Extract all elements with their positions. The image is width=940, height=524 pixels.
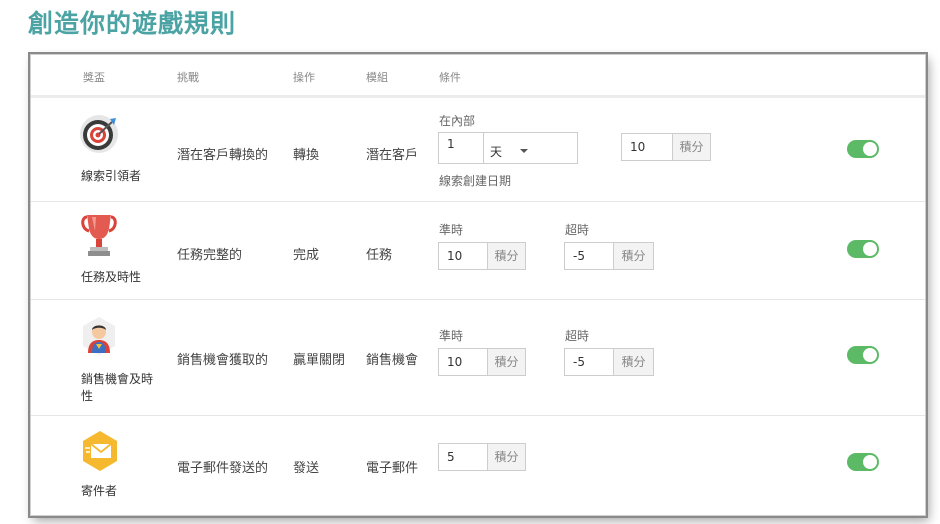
header-action: 操作 (293, 71, 315, 84)
challenge-text: 銷售機會獲取的 (177, 353, 269, 368)
table-header: 獎盃 挑戰 操作 模組 條件 (31, 55, 925, 98)
reward-name: 銷售機會及時性 (81, 372, 154, 403)
table-row: 銷售機會及時性 銷售機會獲取的 贏單關閉 銷售機會 準時 10 積分 超時 -5… (31, 299, 925, 416)
challenge-text: 任務完整的 (177, 248, 243, 263)
points-input[interactable]: 5 (438, 443, 488, 471)
rule-toggle[interactable] (847, 346, 879, 364)
header-condition: 條件 (439, 71, 461, 84)
action-text: 轉換 (293, 148, 320, 163)
points-unit: 積分 (488, 348, 526, 376)
points-unit: 積分 (488, 242, 526, 270)
challenge-text: 電子郵件發送的 (177, 461, 269, 476)
module-text: 任務 (366, 248, 393, 263)
points-unit: 積分 (614, 242, 654, 270)
rule-toggle[interactable] (847, 240, 879, 258)
points-unit: 積分 (488, 443, 526, 471)
duration-unit-value: 天 (490, 145, 503, 159)
reward-name: 任務及時性 (81, 270, 142, 284)
module-text: 電子郵件 (366, 461, 419, 476)
overdue-label: 超時 (565, 223, 590, 237)
target-icon (80, 115, 118, 153)
envelope-badge-icon (83, 431, 117, 471)
header-module: 模組 (366, 71, 388, 84)
points-unit: 積分 (673, 133, 711, 161)
table-row: 寄件者 電子郵件發送的 發送 電子郵件 5 積分 (31, 415, 925, 515)
table-row: 線索引領者 潛在客戶轉換的 轉換 潛在客戶 在內部 1 天 線索創建日期 10 … (31, 98, 925, 202)
ontime-label: 準時 (439, 223, 464, 237)
date-note: 線索創建日期 (439, 174, 512, 188)
duration-input[interactable]: 1 (438, 132, 484, 164)
within-label: 在內部 (439, 114, 476, 128)
table-row: 任務及時性 任務完整的 完成 任務 準時 10 積分 超時 -5 積分 (31, 201, 925, 300)
module-text: 銷售機會 (366, 353, 419, 368)
overdue-label: 超時 (565, 329, 590, 343)
rule-toggle[interactable] (847, 453, 879, 471)
ontime-points-input[interactable]: 10 (438, 348, 488, 376)
challenge-text: 潛在客戶轉換的 (177, 148, 269, 163)
action-text: 贏單關閉 (293, 353, 346, 368)
chevron-down-icon (520, 149, 528, 153)
header-challenge: 挑戰 (177, 71, 199, 84)
superhero-icon (83, 317, 115, 355)
points-input[interactable]: 10 (621, 133, 673, 161)
action-text: 發送 (293, 461, 320, 476)
reward-name: 寄件者 (81, 484, 118, 498)
reward-name: 線索引領者 (81, 169, 142, 183)
trophy-icon (81, 215, 117, 256)
page-title: 創造你的遊戲規則 (28, 9, 237, 38)
rule-toggle[interactable] (847, 140, 879, 158)
duration-unit-select[interactable]: 天 (484, 132, 578, 164)
module-text: 潛在客戶 (366, 148, 419, 163)
ontime-points-input[interactable]: 10 (438, 242, 488, 270)
action-text: 完成 (293, 248, 320, 263)
overdue-points-input[interactable]: -5 (564, 348, 614, 376)
rules-table: 獎盃 挑戰 操作 模組 條件 線索引領者 潛在客戶轉換的 轉換 潛在客戶 在內部… (30, 54, 926, 516)
header-reward: 獎盃 (83, 71, 105, 84)
points-unit: 積分 (614, 348, 654, 376)
overdue-points-input[interactable]: -5 (564, 242, 614, 270)
ontime-label: 準時 (439, 329, 464, 343)
